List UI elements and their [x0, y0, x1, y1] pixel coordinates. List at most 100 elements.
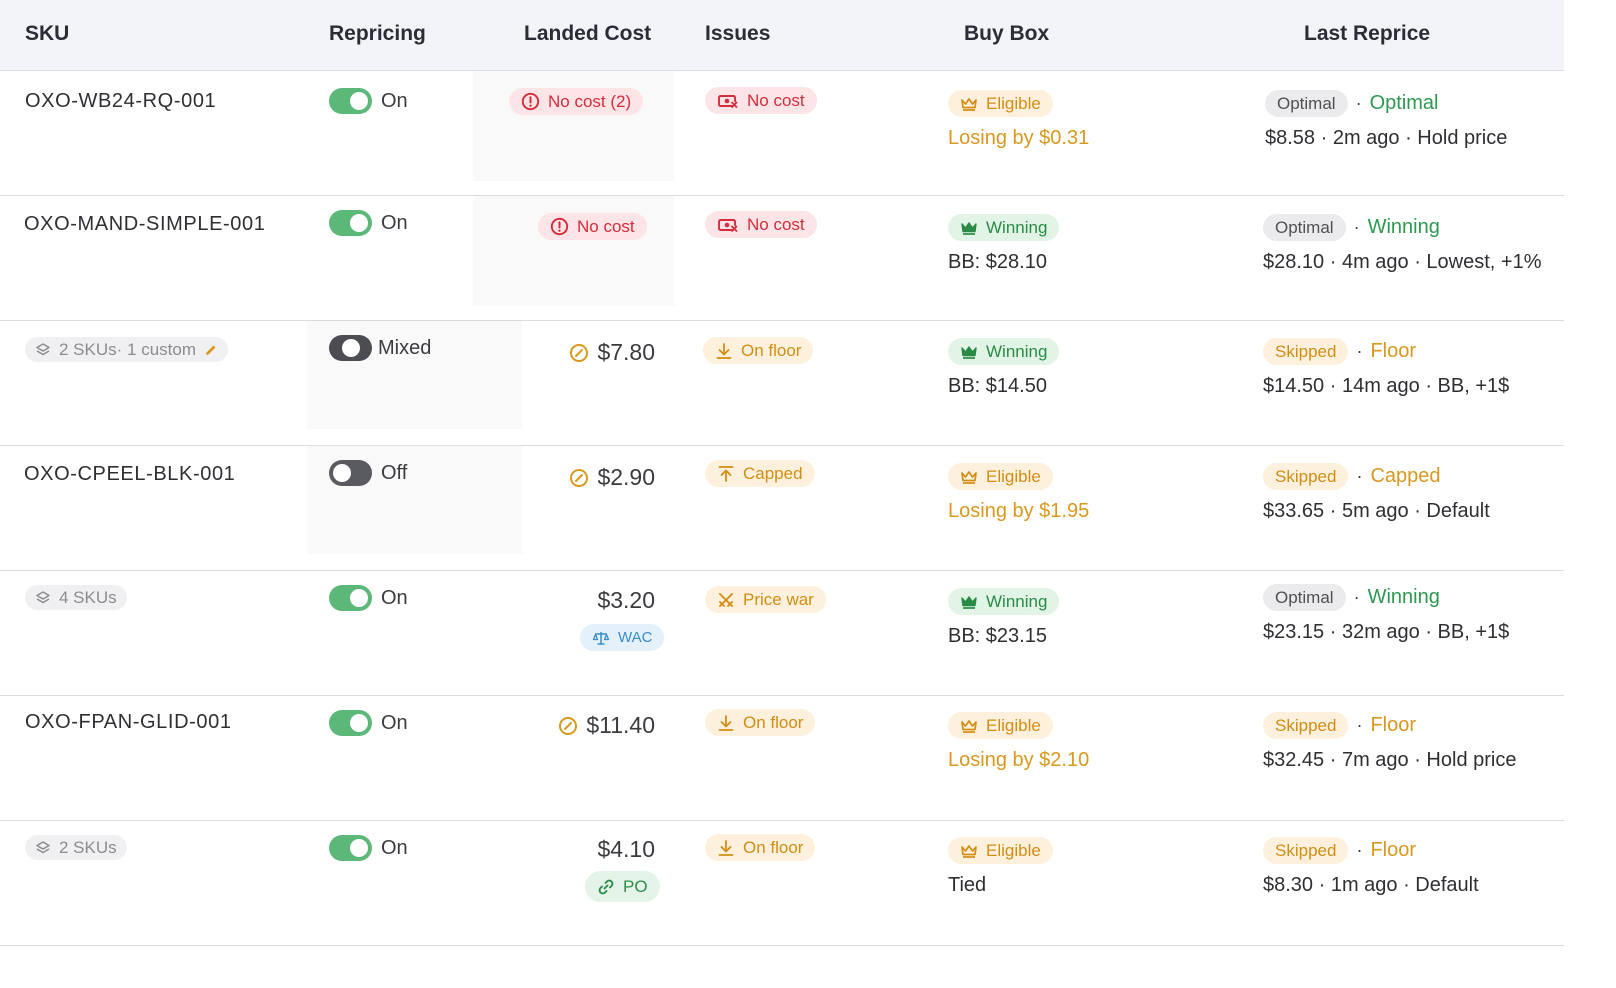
repricing-toggle[interactable]: On	[329, 710, 408, 736]
layers-icon	[35, 840, 51, 856]
column-header-repricing[interactable]: Repricing	[329, 22, 426, 46]
buybox-status: Winning	[986, 217, 1048, 237]
table-row[interactable]: OXO-MAND-SIMPLE-001 On No cost No cost W…	[0, 196, 1564, 321]
buybox-badge: Eligible	[948, 463, 1053, 490]
scale-icon	[592, 630, 610, 646]
no-cost-badge-label: No cost (2)	[548, 91, 632, 111]
reprice-status: Floor	[1370, 340, 1417, 362]
buybox-badge: Winning	[948, 214, 1060, 241]
toggle-switch[interactable]	[329, 460, 372, 486]
toggle-switch[interactable]	[329, 210, 372, 236]
wac-tag-label: WAC	[618, 629, 653, 646]
repricing-toggle[interactable]: On	[329, 585, 408, 611]
toggle-switch[interactable]	[329, 710, 372, 736]
reprice-badge: Optimal	[1263, 214, 1346, 241]
issue-badge[interactable]: On floor	[705, 709, 816, 736]
issue-badge[interactable]: On floor	[705, 834, 816, 861]
crown-icon	[960, 221, 978, 235]
reprice-badge: Skipped	[1263, 712, 1349, 739]
issue-label: Price war	[743, 589, 814, 609]
no-cost-badge-label: No cost	[577, 216, 635, 236]
no-cost-badge[interactable]: No cost (2)	[509, 88, 644, 115]
issue-label: On floor	[741, 340, 802, 360]
toggle-switch[interactable]	[329, 585, 372, 611]
buybox-detail: BB: $23.15	[948, 625, 1047, 647]
sku-group-chip[interactable]: 2 SKUs	[25, 835, 127, 860]
reprice-status: Floor	[1370, 839, 1417, 861]
toggle-knob	[350, 714, 368, 732]
sku-group-chip[interactable]: 4 SKUs	[25, 585, 127, 610]
repricing-toggle[interactable]: On	[329, 835, 408, 861]
reprice-detail: $32.45 · 7m ago · Hold price	[1263, 749, 1517, 771]
issue-badge[interactable]: Capped	[705, 460, 815, 487]
buybox-detail: Losing by $2.10	[948, 749, 1090, 771]
issue-label: On floor	[743, 712, 804, 732]
sku-group-label: 4 SKUs	[59, 587, 117, 607]
sku-label[interactable]: OXO-WB24-RQ-001	[25, 90, 216, 113]
column-header-buy-box[interactable]: Buy Box	[964, 22, 1049, 46]
pencil-icon[interactable]	[204, 343, 218, 357]
landed-cost-value-wrap: $2.90	[520, 464, 655, 491]
wac-tag[interactable]: WAC	[580, 624, 665, 651]
landed-cost-value: $11.40	[586, 712, 655, 738]
repricing-toggle[interactable]: On	[329, 210, 408, 236]
landed-cost-value-wrap: $7.80	[520, 339, 655, 366]
landed-cost-value-wrap: $11.40	[520, 712, 655, 739]
toggle-switch[interactable]	[329, 335, 372, 361]
column-header-last-reprice[interactable]: Last Reprice	[1304, 22, 1430, 46]
reprice-detail: $33.65 · 5m ago · Default	[1263, 500, 1490, 522]
reprice-status: Capped	[1370, 465, 1441, 487]
sku-group-chip[interactable]: 2 SKUs· 1 custom	[25, 337, 228, 362]
toggle-switch[interactable]	[329, 835, 372, 861]
issue-badge[interactable]: On floor	[703, 337, 814, 364]
toggle-label: On	[381, 211, 408, 234]
buybox-detail: Losing by $0.31	[948, 127, 1090, 149]
table-row[interactable]: 4 SKUs On $3.20 WAC Price war Winning BB…	[0, 571, 1564, 696]
column-header-issues[interactable]: Issues	[705, 22, 770, 46]
sku-group-label: 2 SKUs· 1 custom	[59, 339, 196, 359]
slash-circle-icon	[558, 716, 578, 736]
toggle-switch[interactable]	[329, 88, 372, 114]
table-row[interactable]: OXO-CPEEL-BLK-001 Off $2.90 Capped Eligi…	[0, 446, 1564, 571]
landed-cost-value: $4.10	[597, 836, 655, 862]
repricing-toggle[interactable]: Off	[329, 460, 407, 486]
toggle-knob	[341, 339, 360, 357]
issue-label: No cost	[747, 214, 805, 234]
table-row[interactable]: OXO-FPAN-GLID-001 On $11.40 On floor Eli…	[0, 696, 1564, 821]
landed-cost-value: $7.80	[597, 339, 655, 365]
layers-icon	[35, 590, 51, 606]
column-header-landed-cost[interactable]: Landed Cost	[524, 22, 651, 46]
table-row[interactable]: OXO-WB24-RQ-001 On No cost (2) No cost E…	[0, 71, 1564, 196]
column-header-sku[interactable]: SKU	[25, 22, 69, 46]
landed-cost-value: $2.90	[597, 464, 655, 490]
issue-badge[interactable]: Price war	[705, 586, 826, 613]
po-tag-label: PO	[623, 876, 648, 896]
reprice-status: Winning	[1367, 586, 1440, 608]
table-header: SKU Repricing Landed Cost Issues Buy Box…	[0, 0, 1564, 71]
issue-badge[interactable]: No cost	[705, 87, 817, 114]
arrow-up-from-line-icon	[717, 465, 735, 483]
reprice-detail: $8.30 · 1m ago · Default	[1263, 874, 1479, 896]
issue-badge[interactable]: No cost	[705, 211, 817, 238]
buybox-status: Eligible	[986, 715, 1041, 735]
repricing-toggle[interactable]: On	[329, 88, 408, 114]
reprice-badge: Optimal	[1265, 90, 1348, 117]
repricing-toggle[interactable]: Mixed	[329, 335, 431, 361]
buybox-detail: BB: $14.50	[948, 375, 1047, 397]
po-tag[interactable]: PO	[585, 871, 660, 902]
table-row[interactable]: 2 SKUs· 1 custom Mixed $7.80 On floor Wi…	[0, 321, 1564, 446]
toggle-knob	[350, 589, 368, 607]
separator-dot: ·	[1356, 466, 1363, 486]
crown-icon	[960, 844, 978, 858]
buybox-status: Eligible	[986, 466, 1041, 486]
sku-label[interactable]: OXO-FPAN-GLID-001	[25, 711, 232, 734]
sku-group-label: 2 SKUs	[59, 837, 117, 857]
sku-label[interactable]: OXO-CPEEL-BLK-001	[24, 463, 235, 486]
toggle-knob	[350, 839, 368, 857]
sku-label[interactable]: OXO-MAND-SIMPLE-001	[24, 213, 265, 236]
slash-circle-icon	[569, 343, 589, 363]
buybox-status: Eligible	[986, 93, 1041, 113]
table-row[interactable]: 2 SKUs On $4.10 PO On floor Eligible Tie…	[0, 821, 1564, 946]
no-cost-badge[interactable]: No cost	[538, 213, 647, 240]
issue-label: No cost	[747, 90, 805, 110]
